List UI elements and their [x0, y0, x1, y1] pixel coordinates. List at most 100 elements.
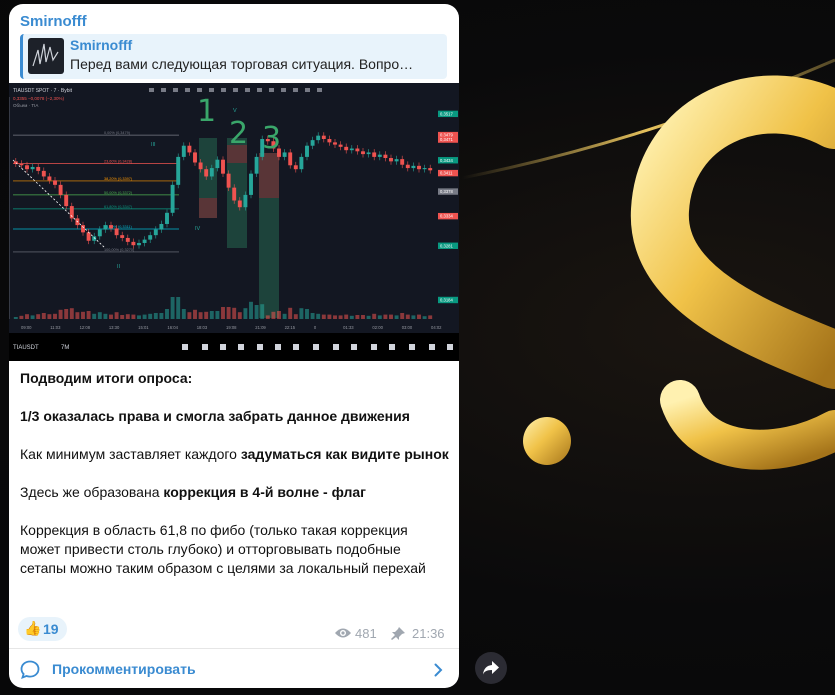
candle-body	[361, 151, 365, 155]
volume-bar	[221, 307, 225, 319]
candle-body	[422, 168, 427, 170]
volume-bar	[293, 314, 298, 319]
volume-bar	[338, 315, 343, 319]
time-tick-label: 15:01	[138, 325, 149, 330]
volume-bar	[131, 314, 136, 319]
time-tick-label: 11:03	[50, 325, 61, 330]
channel-post: Smirnofff Smirnofff Перед вами следующая…	[9, 4, 459, 688]
chart-image[interactable]: TIAUSDT SPOT · 7 · Bybit 0,3355 −0,0078 …	[9, 83, 459, 361]
volume-bar	[19, 315, 24, 319]
volume-bar	[344, 314, 349, 319]
volume-bar	[366, 315, 371, 319]
views-count: 481	[355, 626, 377, 641]
volume-bar	[41, 313, 46, 319]
candle-body	[405, 164, 410, 169]
volume-bar	[58, 309, 63, 319]
candle-body	[142, 239, 147, 243]
volume-bar	[254, 305, 259, 319]
chart-price-change: 0,3355 −0,0078 (−2,30%)	[13, 96, 65, 101]
fib-level-label: 50,00% (0,3372)	[104, 191, 133, 195]
reaction-button[interactable]: 👍 19	[18, 617, 67, 641]
volume-bar	[176, 297, 181, 319]
volume-bar	[209, 311, 214, 319]
volume-bar	[349, 315, 354, 319]
candle-body	[114, 228, 119, 236]
volume-bar	[299, 308, 304, 319]
candle-body	[19, 163, 24, 166]
candle-body	[237, 200, 242, 208]
price-tag-label: 0,3378	[440, 189, 453, 194]
time-tick-label: 04:02	[431, 325, 442, 330]
reply-thumbnail	[28, 38, 64, 74]
volume-bar	[428, 315, 433, 319]
volume-bar	[232, 307, 237, 319]
candle-body	[64, 194, 69, 207]
volume-bar	[417, 314, 421, 319]
thumbs-up-icon: 👍	[24, 620, 42, 636]
volume-bar	[193, 309, 197, 319]
candle-body	[170, 184, 175, 213]
elliott-label-iii: III	[151, 142, 156, 148]
candle-body	[198, 162, 203, 170]
candle-body	[120, 235, 125, 238]
candle-body	[103, 225, 108, 230]
candle-body	[389, 158, 393, 162]
price-tag-label: 0,3184	[440, 297, 453, 302]
price-tag-label: 0,3281	[440, 243, 453, 248]
candle-body	[137, 242, 141, 246]
candle-body	[221, 159, 225, 174]
forward-arrow-icon	[483, 661, 499, 675]
volume-bar	[165, 309, 169, 319]
forward-button[interactable]	[475, 652, 507, 684]
candle-body	[305, 145, 309, 157]
candle-body	[153, 229, 158, 236]
chart-symbol: TIAUSDT SPOT · 7 · Bybit	[13, 88, 73, 94]
volume-bar	[148, 313, 153, 319]
time-tick-label: 12:08	[80, 325, 91, 330]
post-paragraph-1: Как минимум заставляет каждого задуматьс…	[20, 446, 449, 462]
post-paragraph-3: Коррекция в область 61,8 по фибо (только…	[20, 522, 426, 576]
volume-bar	[187, 312, 192, 319]
fib-level-label: 0,00% (0,3479)	[104, 131, 131, 135]
chart-ticker: TIAUSDT	[13, 345, 39, 351]
volume-bar	[288, 307, 293, 319]
candle-body	[41, 170, 46, 177]
volume-bar	[265, 315, 270, 319]
views-eye-icon	[335, 628, 351, 638]
volume-bar	[137, 315, 141, 319]
volume-bar	[271, 311, 276, 319]
volume-bar	[153, 313, 158, 319]
message-time: 21:36	[412, 626, 445, 641]
volume-bar	[394, 315, 399, 319]
price-chart: TIAUSDT SPOT · 7 · Bybit 0,3355 −0,0078 …	[9, 83, 459, 361]
price-tag-label: 0,3411	[440, 171, 453, 176]
candle-body	[299, 156, 304, 170]
candle-body	[372, 152, 377, 157]
time-tick-label: 02:00	[372, 325, 383, 330]
volume-bar	[249, 301, 253, 319]
time-tick-label: 09:00	[21, 325, 32, 330]
channel-name[interactable]: Smirnofff	[20, 13, 87, 30]
volume-bar	[422, 316, 427, 319]
volume-bar	[316, 313, 321, 319]
candle-body	[209, 168, 214, 177]
chevron-right-icon	[434, 663, 443, 677]
volume-bar	[86, 311, 91, 319]
volume-bar	[159, 313, 164, 319]
time-tick-label: 19:08	[226, 325, 237, 330]
candle-body	[411, 165, 416, 169]
reply-author: Smirnofff	[70, 37, 133, 53]
reaction-count: 19	[43, 621, 59, 637]
comment-button[interactable]: Прокомментировать	[9, 649, 459, 688]
volume-bar	[103, 313, 108, 319]
volume-bar	[377, 315, 382, 319]
wave-label-2: 2	[229, 116, 248, 151]
reply-preview[interactable]: Smirnofff Перед вами следующая торговая …	[20, 34, 447, 79]
comment-label: Прокомментировать	[52, 661, 196, 677]
chart-volume-label: Объем · TIA	[13, 103, 38, 108]
candle-body	[383, 154, 388, 159]
candle-body	[47, 176, 52, 181]
volume-bar	[361, 315, 365, 319]
fib-level-label: 78,60% (0,3311)	[104, 225, 133, 229]
volume-bar	[215, 311, 220, 319]
